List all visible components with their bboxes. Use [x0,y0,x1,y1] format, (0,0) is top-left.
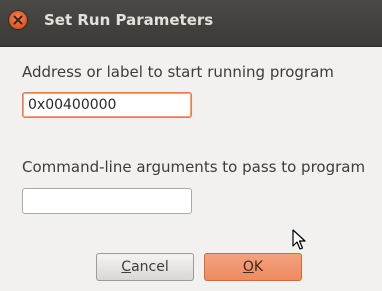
run-parameters-dialog: Set Run Parameters Address or label to s… [0,0,382,291]
cancel-label: ancel [131,259,169,275]
ok-button[interactable]: OK [204,253,302,281]
ok-label: K [253,259,264,275]
address-input[interactable] [22,92,192,118]
cancel-mnemonic: C [121,259,132,275]
close-button[interactable] [9,11,27,29]
title-bar[interactable]: Set Run Parameters [0,0,382,47]
dialog-title: Set Run Parameters [44,11,214,29]
arguments-input[interactable] [22,188,192,214]
ok-mnemonic: O [242,259,254,275]
address-label: Address or label to start running progra… [22,63,334,81]
mouse-pointer-icon [292,229,306,250]
arguments-label: Command-line arguments to pass to progra… [22,158,366,176]
close-icon [13,15,23,25]
cancel-button[interactable]: Cancel [96,253,194,281]
